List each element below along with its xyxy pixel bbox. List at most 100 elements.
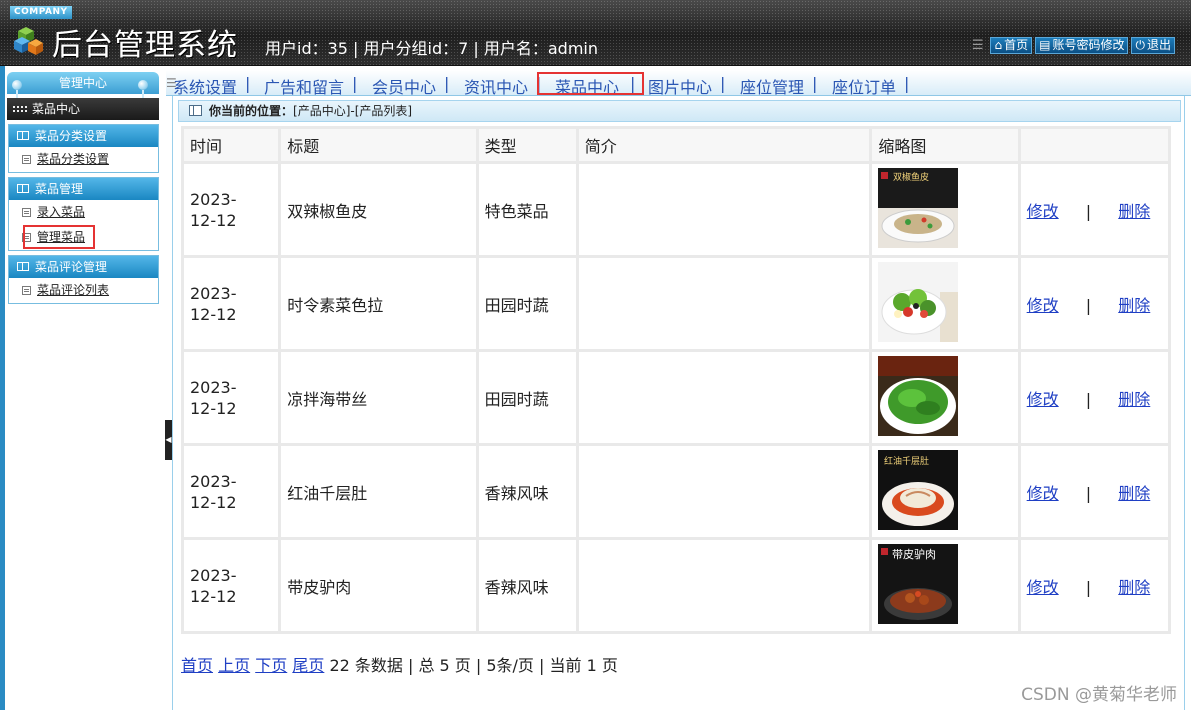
row-date: 2023-12-12 — [190, 565, 237, 606]
book-icon — [17, 184, 29, 193]
nav-images[interactable]: 图片中心 — [648, 74, 712, 98]
sidebar-group-title: 菜品管理 — [35, 182, 84, 196]
delete-link[interactable]: 删除 — [1118, 390, 1150, 409]
sidebar-item-link[interactable]: 录入菜品 — [37, 205, 85, 219]
nav-members[interactable]: 会员中心 — [372, 74, 436, 98]
sidebar-group-title: 菜品评论管理 — [35, 260, 108, 274]
cell-actions: 修改 | 删除 — [1020, 164, 1168, 255]
edit-link[interactable]: 修改 — [1027, 202, 1059, 221]
delete-link[interactable]: 删除 — [1118, 202, 1150, 221]
cell-actions: 修改 | 删除 — [1020, 258, 1168, 349]
cell-thumbnail: 红油千层肚 — [872, 446, 1018, 537]
row-date: 2023-12-12 — [190, 189, 237, 230]
book-icon — [17, 131, 29, 140]
document-icon — [22, 286, 31, 295]
breadcrumb-path: [产品中心]-[产品列表] — [293, 104, 413, 118]
dish-table: 时间 标题 类型 简介 缩略图 2023-12-12 双辣椒鱼皮 特色菜品 双椒… — [181, 126, 1171, 634]
change-password-label: 账号密码修改 — [1052, 38, 1125, 52]
pin-icon — [138, 80, 148, 100]
sidebar-item-review-list[interactable]: 菜品评论列表 — [9, 278, 158, 303]
nav-separator: | — [352, 74, 358, 93]
pager-summary: 22 条数据 | 总 5 页 | 5条/页 | 当前 1 页 — [329, 656, 618, 675]
action-separator: | — [1085, 577, 1092, 597]
sidebar-item-link[interactable]: 菜品分类设置 — [37, 152, 109, 166]
cell-date: 2023-12-12 — [184, 164, 279, 255]
sidebar: 管理中心 菜品中心 菜品分类设置 菜品分类设置 菜品管理 录入菜品 管理菜品 菜… — [0, 66, 166, 710]
table-row: 2023-12-12 时令素菜色拉 田园时蔬 修改 | 删除 — [184, 258, 1168, 349]
cell-thumbnail — [872, 258, 1018, 349]
highlight-box — [537, 72, 644, 95]
table-row: 2023-12-12 带皮驴肉 香辣风味 带皮驴肉 修改 | 删除 — [184, 540, 1168, 631]
action-separator: | — [1085, 201, 1092, 221]
row-date: 2023-12-12 — [190, 471, 237, 512]
collapse-sidebar-button[interactable]: ◀ — [165, 420, 172, 460]
sidebar-item-add-dish[interactable]: 录入菜品 — [9, 200, 158, 225]
logout-button[interactable]: ⏻ 退出 — [1131, 37, 1175, 54]
cell-title: 时令素菜色拉 — [281, 258, 476, 349]
pager-last[interactable]: 尾页 — [292, 656, 324, 675]
cell-title: 带皮驴肉 — [281, 540, 476, 631]
edit-link[interactable]: 修改 — [1027, 578, 1059, 597]
nav-seats[interactable]: 座位管理 — [740, 74, 804, 98]
cell-date: 2023-12-12 — [184, 540, 279, 631]
sidebar-title: 管理中心 — [7, 72, 159, 94]
home-button-label: 首页 — [1004, 38, 1029, 52]
thumbnail-caption: 带皮驴肉 — [892, 547, 936, 561]
breadcrumb: 你当前的位置：[产品中心]-[产品列表] — [178, 100, 1181, 122]
nav-system-settings[interactable]: 系统设置 — [173, 74, 237, 98]
cell-thumbnail: 带皮驴肉 — [872, 540, 1018, 631]
table-row: 2023-12-12 双辣椒鱼皮 特色菜品 双椒鱼皮 修改 | 删除 — [184, 164, 1168, 255]
document-icon — [22, 155, 31, 164]
column-header-intro: 简介 — [578, 129, 870, 161]
cell-actions: 修改 | 删除 — [1020, 352, 1168, 443]
cell-intro — [578, 258, 870, 349]
header-bar: COMPANY 后台管理系统 用户id：35 | 用户分组id：7 | 用户名：… — [0, 0, 1191, 66]
change-password-button[interactable]: ▤ 账号密码修改 — [1035, 37, 1129, 54]
action-separator: | — [1085, 483, 1092, 503]
document-icon: ▤ — [1039, 38, 1051, 52]
cell-intro — [578, 540, 870, 631]
edit-link[interactable]: 修改 — [1027, 484, 1059, 503]
nav-news[interactable]: 资讯中心 — [464, 74, 528, 98]
edit-link[interactable]: 修改 — [1027, 390, 1059, 409]
pager-first[interactable]: 首页 — [181, 656, 213, 675]
logout-label: 退出 — [1146, 38, 1171, 52]
sidebar-group-header[interactable]: 菜品分类设置 — [9, 125, 158, 147]
action-separator: | — [1085, 295, 1092, 315]
column-header-actions — [1020, 129, 1168, 161]
current-menu-label: 菜品中心 — [32, 102, 81, 116]
power-icon: ⏻ — [1135, 38, 1145, 52]
sidebar-item-link[interactable]: 菜品评论列表 — [37, 283, 109, 297]
pager-prev[interactable]: 上页 — [218, 656, 250, 675]
cell-title: 双辣椒鱼皮 — [281, 164, 476, 255]
column-header-type: 类型 — [478, 129, 576, 161]
window-icon — [189, 105, 202, 116]
user-info: 用户id：35 | 用户分组id：7 | 用户名：admin — [265, 39, 599, 58]
document-icon — [22, 208, 31, 217]
sidebar-group-header[interactable]: 菜品管理 — [9, 178, 158, 200]
cell-date: 2023-12-12 — [184, 352, 279, 443]
delete-link[interactable]: 删除 — [1118, 484, 1150, 503]
cell-actions: 修改 | 删除 — [1020, 540, 1168, 631]
system-title: 后台管理系统 — [52, 28, 238, 63]
dish-thumbnail-image — [878, 261, 959, 342]
edit-link[interactable]: 修改 — [1027, 296, 1059, 315]
sidebar-group-title: 菜品分类设置 — [35, 129, 108, 143]
thumbnail-caption: 双椒鱼皮 — [893, 171, 929, 183]
cell-title: 凉拌海带丝 — [281, 352, 476, 443]
dish-thumbnail-image — [878, 355, 959, 436]
delete-link[interactable]: 删除 — [1118, 578, 1150, 597]
sidebar-group-header[interactable]: 菜品评论管理 — [9, 256, 158, 278]
nav-ads-messages[interactable]: 广告和留言 — [264, 74, 344, 98]
pager-next[interactable]: 下页 — [255, 656, 287, 675]
nav-seat-orders[interactable]: 座位订单 — [832, 74, 896, 98]
main-content: 你当前的位置：[产品中心]-[产品列表] 时间 标题 类型 简介 缩略图 202… — [172, 96, 1185, 710]
home-button[interactable]: ⌂ 首页 — [990, 37, 1033, 54]
sidebar-item-category-settings[interactable]: 菜品分类设置 — [9, 147, 158, 172]
cell-date: 2023-12-12 — [184, 446, 279, 537]
column-header-thumbnail: 缩略图 — [872, 129, 1018, 161]
delete-link[interactable]: 删除 — [1118, 296, 1150, 315]
grip-icon: ☰ — [971, 38, 984, 53]
book-icon — [17, 262, 29, 271]
cell-type: 田园时蔬 — [478, 258, 576, 349]
